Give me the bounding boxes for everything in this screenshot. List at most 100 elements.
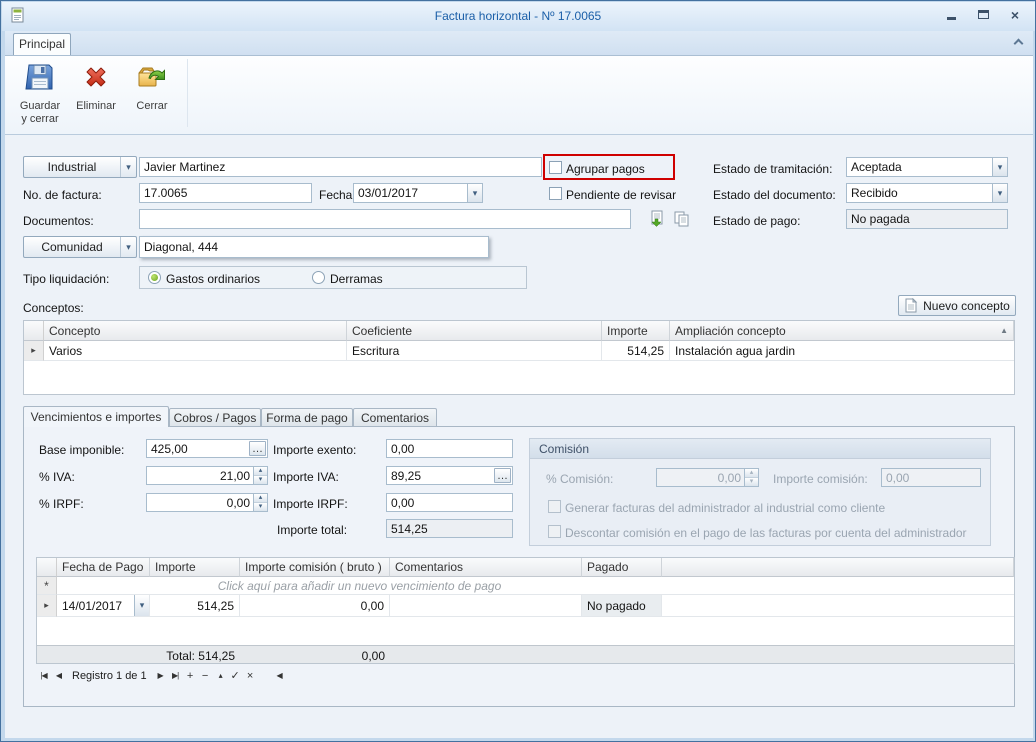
cell-ampliacion[interactable]: Instalación agua jardin xyxy=(670,341,1014,361)
industrial-name-field[interactable]: Javier Martinez xyxy=(139,157,542,177)
estado-tramitacion-combo[interactable]: Aceptada ▾ xyxy=(846,157,1008,177)
column-header-fecha-pago[interactable]: Fecha de Pago xyxy=(57,558,150,577)
radio-gastos-ordinarios[interactable] xyxy=(148,271,161,284)
estado-documento-label: Estado del documento: xyxy=(713,188,836,202)
cell-importe-comision[interactable]: 0,00 xyxy=(240,595,390,617)
cell-importe[interactable]: 514,25 xyxy=(602,341,670,361)
cell-concepto[interactable]: Varios xyxy=(44,341,347,361)
radio-gastos-ordinarios-label: Gastos ordinarios xyxy=(166,272,260,286)
descontar-comision-checkbox xyxy=(548,525,561,538)
spin-down-icon: ▾ xyxy=(254,476,267,484)
tab-vencimientos-importes[interactable]: Vencimientos e importes xyxy=(23,406,169,427)
ribbon-collapse-button[interactable] xyxy=(1009,37,1027,51)
save-and-close-button[interactable]: Guardary cerrar xyxy=(14,58,66,132)
no-factura-field[interactable]: 17.0065 xyxy=(139,183,312,203)
close-icon: × xyxy=(1011,7,1019,23)
fecha-date-picker[interactable]: 03/01/2017 ▾ xyxy=(353,183,483,203)
chevron-down-icon[interactable]: ▾ xyxy=(992,158,1007,176)
documentos-field[interactable] xyxy=(139,209,631,229)
column-header-concepto[interactable]: Concepto xyxy=(44,321,347,341)
importe-exento-field[interactable]: 0,00 xyxy=(386,439,513,458)
importe-total-field: 514,25 xyxy=(386,519,513,538)
base-imponible-label: Base imponible: xyxy=(39,443,124,457)
comunidad-field[interactable]: Diagonal, 444 xyxy=(139,236,489,258)
pct-iva-field[interactable]: 21,00 ▴▾ xyxy=(146,466,268,485)
nav-first-button[interactable]: |◀ xyxy=(36,668,51,683)
importe-iva-field[interactable]: 89,25 … xyxy=(386,466,513,485)
nav-edit-button[interactable]: ▴ xyxy=(213,668,228,683)
column-header-coeficiente[interactable]: Coeficiente xyxy=(347,321,602,341)
agrupar-pagos-checkbox[interactable] xyxy=(549,161,562,174)
tab-forma-pago[interactable]: Forma de pago xyxy=(261,408,353,427)
new-row-hint[interactable]: Click aquí para añadir un nuevo vencimie… xyxy=(57,577,662,595)
pct-comision-label: % Comisión: xyxy=(546,472,613,486)
importe-irpf-field[interactable]: 0,00 xyxy=(386,493,513,512)
industrial-selector-button[interactable]: Industrial ▾ xyxy=(23,156,137,178)
nav-cancel-edit-button[interactable]: × xyxy=(243,668,258,683)
maximize-icon xyxy=(978,10,989,19)
scroll-left-button[interactable]: ◀ xyxy=(272,668,287,683)
attach-document-button[interactable] xyxy=(649,210,666,230)
close-button[interactable]: × xyxy=(1003,7,1027,24)
cell-comentarios[interactable] xyxy=(390,595,582,617)
nav-prev-button[interactable]: ◀ xyxy=(51,668,66,683)
nav-next-button[interactable]: ▶ xyxy=(153,668,168,683)
spin-buttons[interactable]: ▴▾ xyxy=(253,494,267,511)
spin-down-icon: ▾ xyxy=(254,503,267,511)
chevron-down-icon: ▾ xyxy=(120,237,136,257)
copy-document-button[interactable] xyxy=(673,210,690,230)
column-header-pagado[interactable]: Pagado xyxy=(582,558,662,577)
nuevo-concepto-button[interactable]: Nuevo concepto xyxy=(898,295,1016,316)
estado-pago-field: No pagada xyxy=(846,209,1008,229)
tab-cobros-pagos[interactable]: Cobros / Pagos xyxy=(169,408,261,427)
data-navigator: |◀ ◀ Registro 1 de 1 ▶ ▶| + − ▴ ✓ × ◀ xyxy=(36,668,287,683)
vencimientos-grid-footer: Total: 514,25 0,00 xyxy=(37,645,1014,664)
cell-fecha-pago[interactable]: 14/01/2017 ▾ xyxy=(57,595,150,617)
fecha-label: Fecha: xyxy=(319,188,356,202)
maximize-button[interactable] xyxy=(971,7,995,24)
column-header-ampliacion[interactable]: Ampliación concepto▲ xyxy=(670,321,1014,341)
delete-button[interactable]: Eliminar xyxy=(71,58,121,132)
column-header-comentarios[interactable]: Comentarios xyxy=(390,558,582,577)
chevron-down-icon: ▾ xyxy=(120,157,136,177)
minimize-button[interactable] xyxy=(939,7,963,24)
nav-delete-button[interactable]: − xyxy=(198,668,213,683)
comunidad-selector-button[interactable]: Comunidad ▾ xyxy=(23,236,137,258)
chevron-down-icon[interactable]: ▾ xyxy=(467,184,482,202)
vencimientos-grid-header: Fecha de Pago Importe Importe comisión (… xyxy=(37,558,1014,577)
ellipsis-button[interactable]: … xyxy=(494,468,511,483)
radio-derramas[interactable] xyxy=(312,271,325,284)
ribbon-separator xyxy=(187,59,188,127)
footer-indicator-cell xyxy=(37,646,57,664)
nav-append-button[interactable]: + xyxy=(183,668,198,683)
nav-end-edit-button[interactable]: ✓ xyxy=(228,668,243,683)
base-imponible-field[interactable]: 425,00 … xyxy=(146,439,268,458)
row-indicator-icon: ▸ xyxy=(24,341,44,361)
footer-fecha-cell xyxy=(57,646,150,664)
close-form-button[interactable]: Cerrar xyxy=(128,58,176,132)
radio-derramas-label: Derramas xyxy=(330,272,383,286)
header-indicator-cell xyxy=(24,321,44,341)
footer-filler-cell xyxy=(390,646,1014,664)
chevron-down-icon[interactable]: ▾ xyxy=(992,184,1007,202)
ellipsis-button[interactable]: … xyxy=(249,441,266,456)
chevron-down-icon[interactable]: ▾ xyxy=(134,595,149,616)
tab-principal[interactable]: Principal xyxy=(13,33,71,56)
estado-documento-combo[interactable]: Recibido ▾ xyxy=(846,183,1008,203)
column-header-importe-comision[interactable]: Importe comisión ( bruto ) xyxy=(240,558,390,577)
spin-buttons: ▴▾ xyxy=(744,469,758,486)
new-row[interactable]: * Click aquí para añadir un nuevo vencim… xyxy=(37,577,1014,595)
spin-buttons[interactable]: ▴▾ xyxy=(253,467,267,484)
footer-total: Total: 514,25 xyxy=(150,646,240,664)
column-header-importe[interactable]: Importe xyxy=(150,558,240,577)
cell-importe[interactable]: 514,25 xyxy=(150,595,240,617)
tab-comentarios[interactable]: Comentarios xyxy=(353,408,437,427)
footer-comision-total: 0,00 xyxy=(240,646,390,664)
nav-last-button[interactable]: ▶| xyxy=(168,668,183,683)
cell-coeficiente[interactable]: Escritura xyxy=(347,341,602,361)
cell-pagado[interactable]: No pagado xyxy=(582,595,662,617)
pendiente-revisar-checkbox[interactable] xyxy=(549,187,562,200)
column-header-importe[interactable]: Importe xyxy=(602,321,670,341)
chevron-up-icon xyxy=(1013,39,1023,49)
pct-irpf-field[interactable]: 0,00 ▴▾ xyxy=(146,493,268,512)
